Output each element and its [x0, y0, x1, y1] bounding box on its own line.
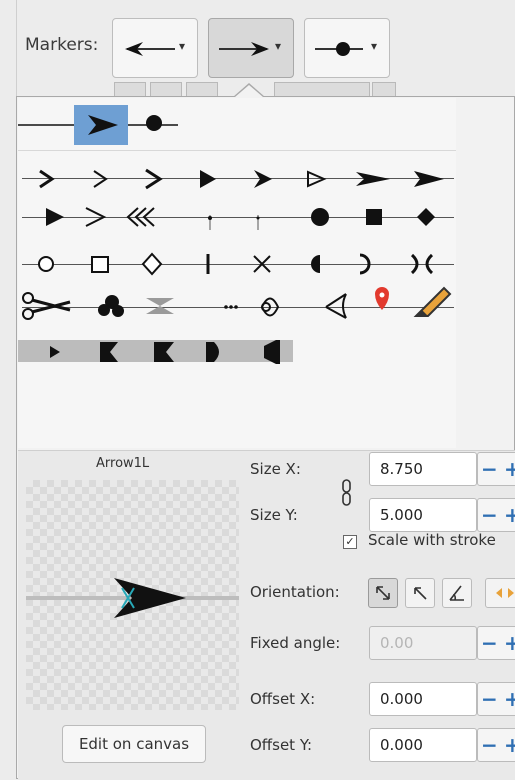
recent-marker-dot[interactable]	[146, 115, 162, 131]
fixed-angle-field[interactable]: 0.00	[369, 626, 477, 660]
arrow-right-marker-icon	[219, 42, 269, 56]
marker-row-shapes[interactable]	[30, 204, 460, 232]
fixed-angle-label: Fixed angle:	[250, 634, 341, 652]
marker-row-thick[interactable]	[18, 338, 298, 366]
marker-preview	[26, 480, 239, 710]
orient-start-button[interactable]	[405, 578, 435, 608]
offset-y-label: Offset Y:	[250, 736, 313, 754]
chevron-down-icon: ▾	[370, 39, 377, 53]
minus-icon[interactable]: −	[481, 733, 498, 757]
plus-icon[interactable]: +	[504, 503, 515, 527]
chevron-down-icon: ▾	[274, 39, 281, 53]
edit-on-canvas-button[interactable]: Edit on canvas	[62, 725, 206, 763]
arrow-right-marker-icon	[88, 115, 118, 135]
orient-angle-button[interactable]	[442, 578, 472, 608]
offset-y-field[interactable]: 0.000	[369, 728, 477, 762]
chain-link-icon[interactable]	[340, 478, 354, 508]
size-y-stepper[interactable]: − +	[477, 498, 515, 532]
markers-label: Markers:	[25, 35, 99, 55]
start-marker-button[interactable]: ▾	[112, 18, 198, 78]
marker-name-label: Arrow1L	[96, 456, 150, 471]
marker-row-outline-shapes[interactable]	[30, 250, 460, 278]
offset-x-field[interactable]: 0.000	[369, 682, 477, 716]
size-y-label: Size Y:	[250, 506, 298, 524]
size-x-label: Size X:	[250, 460, 301, 478]
minus-icon[interactable]: −	[481, 503, 498, 527]
mid-marker-button[interactable]: ▾	[208, 18, 294, 78]
end-marker-button[interactable]: ▾	[304, 18, 390, 78]
marker-row-arrows[interactable]	[30, 166, 460, 192]
arrow-up-left-icon	[414, 587, 427, 600]
minus-icon[interactable]: −	[481, 687, 498, 711]
plus-icon[interactable]: +	[504, 457, 515, 481]
fixed-angle-stepper[interactable]: − +	[477, 626, 515, 660]
plus-icon[interactable]: +	[504, 733, 515, 757]
size-x-stepper[interactable]: − +	[477, 452, 515, 486]
chevron-down-icon: ▾	[178, 39, 185, 53]
size-x-field[interactable]: 8.750	[369, 452, 477, 486]
offset-y-stepper[interactable]: − +	[477, 728, 515, 762]
orient-auto-button[interactable]	[368, 578, 398, 608]
orientation-label: Orientation:	[250, 583, 340, 601]
minus-icon[interactable]: −	[481, 631, 498, 655]
size-y-field[interactable]: 5.000	[369, 498, 477, 532]
scale-with-stroke-label: Scale with stroke	[368, 531, 496, 549]
auto-orient-icon	[376, 586, 390, 600]
offset-x-label: Offset X:	[250, 690, 316, 708]
scale-with-stroke-checkbox[interactable]: ✓	[343, 535, 357, 549]
plus-icon[interactable]: +	[504, 687, 515, 711]
marker-row-symbols[interactable]	[20, 286, 460, 326]
angle-icon	[449, 585, 464, 601]
plus-icon[interactable]: +	[504, 631, 515, 655]
flip-arrows-icon	[496, 588, 514, 598]
dot-marker-icon	[315, 42, 363, 56]
orient-flip-button[interactable]	[485, 578, 515, 608]
arrow-left-marker-icon	[125, 42, 175, 56]
arrow-preview-icon	[26, 578, 239, 618]
offset-x-stepper[interactable]: − +	[477, 682, 515, 716]
minus-icon[interactable]: −	[481, 457, 498, 481]
